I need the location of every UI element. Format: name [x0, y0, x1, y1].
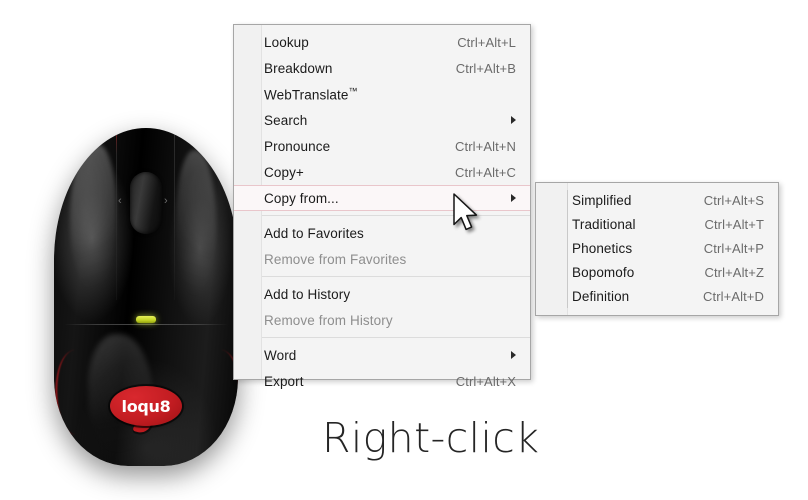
submenu-item[interactable]: Bopomofo Ctrl+Alt+Z [536, 260, 778, 284]
menu-separator [262, 276, 530, 277]
context-menu-items: Lookup Ctrl+Alt+L Breakdown Ctrl+Alt+B WebTr… [234, 29, 530, 394]
menu-item-label: Remove from History [264, 312, 393, 328]
menu-item[interactable]: Export Ctrl+Alt+X [234, 368, 530, 394]
menu-item[interactable]: Pronounce Ctrl+Alt+N [234, 133, 530, 159]
menu-item-label: Copy from... [264, 190, 339, 206]
mouse-accent-stripe-right [196, 348, 238, 436]
menu-item-label: Copy+ [264, 164, 304, 180]
menu-item: Remove from Favorites [234, 246, 530, 272]
menu-item: Remove from History [234, 307, 530, 333]
menu-item[interactable]: Search [234, 107, 530, 133]
menu-item[interactable]: Word [234, 342, 530, 368]
menu-item-shortcut: Ctrl+Alt+B [455, 60, 516, 76]
submenu-item[interactable]: Traditional Ctrl+Alt+T [536, 212, 778, 236]
submenu-item-shortcut: Ctrl+Alt+D [703, 288, 764, 304]
mouse-right-button-seam [174, 132, 175, 300]
scroll-tilt-left-icon: ‹ [118, 195, 122, 207]
mouse-button-split-line [64, 324, 228, 325]
chevron-right-icon [511, 194, 516, 202]
mouse-gloss-right [176, 150, 216, 296]
mouse-body: ‹ › loqu8 [54, 128, 238, 466]
submenu-item-shortcut: Ctrl+Alt+Z [704, 264, 764, 280]
submenu-item[interactable]: Phonetics Ctrl+Alt+P [536, 236, 778, 260]
submenu-item-label: Traditional [572, 216, 636, 232]
caption-right-click: Right-click [322, 414, 540, 462]
submenu-item[interactable]: Simplified Ctrl+Alt+S [536, 188, 778, 212]
menu-item[interactable]: Lookup Ctrl+Alt+L [234, 29, 530, 55]
mouse-device-image: ‹ › loqu8 [48, 128, 244, 468]
loqu8-logo: loqu8 [110, 386, 182, 435]
menu-item-label: Add to History [264, 286, 351, 302]
copy-from-submenu-items: Simplified Ctrl+Alt+S Traditional Ctrl+Alt+… [536, 188, 778, 308]
mouse-status-led [136, 316, 156, 323]
menu-item-label: WebTranslate™ [264, 85, 358, 103]
menu-item-shortcut: Ctrl+Alt+N [455, 138, 516, 154]
context-menu[interactable]: Lookup Ctrl+Alt+L Breakdown Ctrl+Alt+B WebTr… [233, 24, 531, 389]
menu-item[interactable]: Breakdown Ctrl+Alt+B [234, 55, 530, 81]
menu-item[interactable]: Copy+ Ctrl+Alt+C [234, 159, 530, 185]
menu-item-label: Add to Favorites [264, 225, 364, 241]
logo-text: loqu8 [121, 396, 171, 416]
menu-item-label: Pronounce [264, 138, 331, 154]
menu-item[interactable]: WebTranslate™ [234, 81, 530, 107]
submenu-item-label: Bopomofo [572, 264, 635, 280]
menu-item[interactable]: Add to Favorites [234, 220, 530, 246]
menu-separator [262, 215, 530, 216]
mouse-left-button-seam [116, 130, 117, 300]
submenu-item-shortcut: Ctrl+Alt+S [703, 192, 764, 208]
menu-item-label: Export [264, 373, 304, 389]
submenu-item-shortcut: Ctrl+Alt+T [704, 216, 764, 232]
menu-item[interactable]: Copy from... [234, 185, 530, 211]
scroll-tilt-right-icon: › [164, 195, 168, 207]
submenu-item-label: Simplified [572, 192, 632, 208]
trademark-icon: ™ [348, 85, 358, 96]
mouse-scroll-wheel[interactable] [130, 172, 162, 234]
menu-item-label: Word [264, 347, 297, 363]
menu-separator [262, 337, 530, 338]
menu-item-label: Breakdown [264, 60, 333, 76]
chevron-right-icon [511, 351, 516, 359]
submenu-item-label: Phonetics [572, 240, 633, 256]
submenu-gutter-divider [567, 190, 568, 308]
menu-item-shortcut: Ctrl+Alt+C [455, 164, 516, 180]
submenu-item-shortcut: Ctrl+Alt+P [703, 240, 764, 256]
menu-item-label: Remove from Favorites [264, 251, 407, 267]
menu-item-shortcut: Ctrl+Alt+X [455, 373, 516, 389]
menu-item-label: Search [264, 112, 308, 128]
mouse-gloss-left [70, 144, 116, 294]
copy-from-submenu[interactable]: Simplified Ctrl+Alt+S Traditional Ctrl+Alt+… [535, 182, 779, 316]
menu-item[interactable]: Add to History [234, 281, 530, 307]
menu-item-label: Lookup [264, 34, 309, 50]
submenu-item-label: Definition [572, 288, 630, 304]
submenu-item[interactable]: Definition Ctrl+Alt+D [536, 284, 778, 308]
menu-item-shortcut: Ctrl+Alt+L [457, 34, 516, 50]
chevron-right-icon [511, 116, 516, 124]
screenshot-canvas: ‹ › loqu8 Lookup Ctrl+Alt+L Breakdown Ctrl+… [0, 0, 808, 500]
